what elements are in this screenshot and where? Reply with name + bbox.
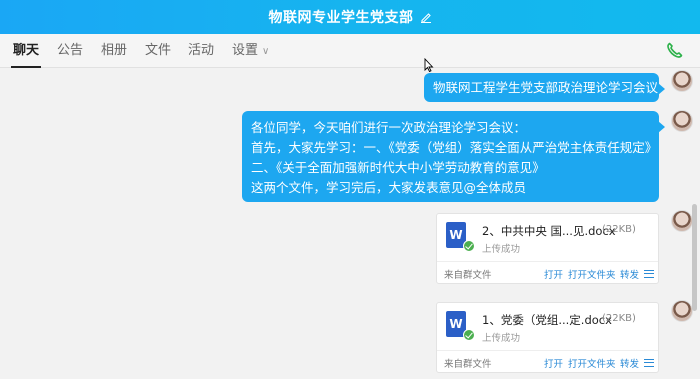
file-name[interactable]: 1、党委（党组...定.docx <box>482 312 612 328</box>
tab-settings-label: 设置 <box>232 43 259 58</box>
message-line: 首先，大家先学习：一、《党委（党组）落实全面从严治党主体责任规定》 <box>251 140 658 155</box>
message-bubble[interactable]: 各位同学，今天咱们进行一次政治理论学习会议： 首先，大家先学习：一、《党委（党组… <box>242 111 665 202</box>
file-source: 来自群文件 <box>444 359 492 370</box>
file-size: (22KB) <box>602 224 636 235</box>
file-card-footer: 来自群文件 打开 打开文件夹 转发 <box>437 350 658 373</box>
pencil-icon[interactable] <box>420 11 432 23</box>
file-card-footer: 来自群文件 打开 打开文件夹 转发 <box>437 261 658 284</box>
avatar[interactable] <box>671 300 693 322</box>
open-file-link[interactable]: 打开 <box>544 356 563 370</box>
avatar[interactable] <box>671 110 693 132</box>
forward-link[interactable]: 转发 <box>620 356 639 370</box>
file-message-card[interactable]: W 2、中共中央 国...见.docx (22KB) 上传成功 来自群文件 打开… <box>436 213 659 284</box>
file-name[interactable]: 2、中共中央 国...见.docx <box>482 223 616 239</box>
upload-status: 上传成功 <box>482 244 521 255</box>
file-message-card[interactable]: W 1、党委（党组...定.docx (22KB) 上传成功 来自群文件 打开 … <box>436 302 659 373</box>
avatar[interactable] <box>671 70 693 92</box>
menu-icon[interactable] <box>644 270 654 278</box>
chat-area[interactable]: 物联网工程学生党支部政治理论学习会议 各位同学，今天咱们进行一次政治理论学习会议… <box>0 68 700 379</box>
message-line: 二、《关于全面加强新时代大中小学劳动教育的意见》 <box>251 160 545 175</box>
message-line: 各位同学，今天咱们进行一次政治理论学习会议： <box>251 120 527 135</box>
check-icon <box>463 240 475 252</box>
check-icon <box>463 329 475 341</box>
tab-settings[interactable]: 设置 ∨ <box>232 34 269 68</box>
avatar[interactable] <box>671 210 693 232</box>
message-line: 这两个文件，学习完后，大家发表意见@全体成员 <box>251 180 527 195</box>
open-folder-link[interactable]: 打开文件夹 <box>568 267 616 281</box>
tab-album[interactable]: 相册 <box>101 34 127 68</box>
menu-icon[interactable] <box>644 359 654 367</box>
tab-files[interactable]: 文件 <box>145 34 171 68</box>
file-size: (22KB) <box>602 313 636 324</box>
message-bubble[interactable]: 物联网工程学生党支部政治理论学习会议 <box>424 73 665 102</box>
file-source: 来自群文件 <box>444 270 492 281</box>
scrollbar[interactable] <box>692 204 697 311</box>
mouse-cursor-icon <box>424 58 434 72</box>
open-file-link[interactable]: 打开 <box>544 267 563 281</box>
tab-chat[interactable]: 聊天 <box>10 34 42 68</box>
chevron-down-icon: ∨ <box>262 46 270 57</box>
tab-activity[interactable]: 活动 <box>188 34 214 68</box>
tab-announcement[interactable]: 公告 <box>57 34 83 68</box>
forward-link[interactable]: 转发 <box>620 267 639 281</box>
title-bar: 物联网专业学生党支部 <box>0 0 700 34</box>
group-title: 物联网专业学生党支部 <box>268 10 414 26</box>
open-folder-link[interactable]: 打开文件夹 <box>568 356 616 370</box>
upload-status: 上传成功 <box>482 333 521 344</box>
tab-bar: 聊天 公告 相册 文件 活动 设置 ∨ <box>0 34 700 68</box>
phone-icon[interactable] <box>666 42 683 59</box>
